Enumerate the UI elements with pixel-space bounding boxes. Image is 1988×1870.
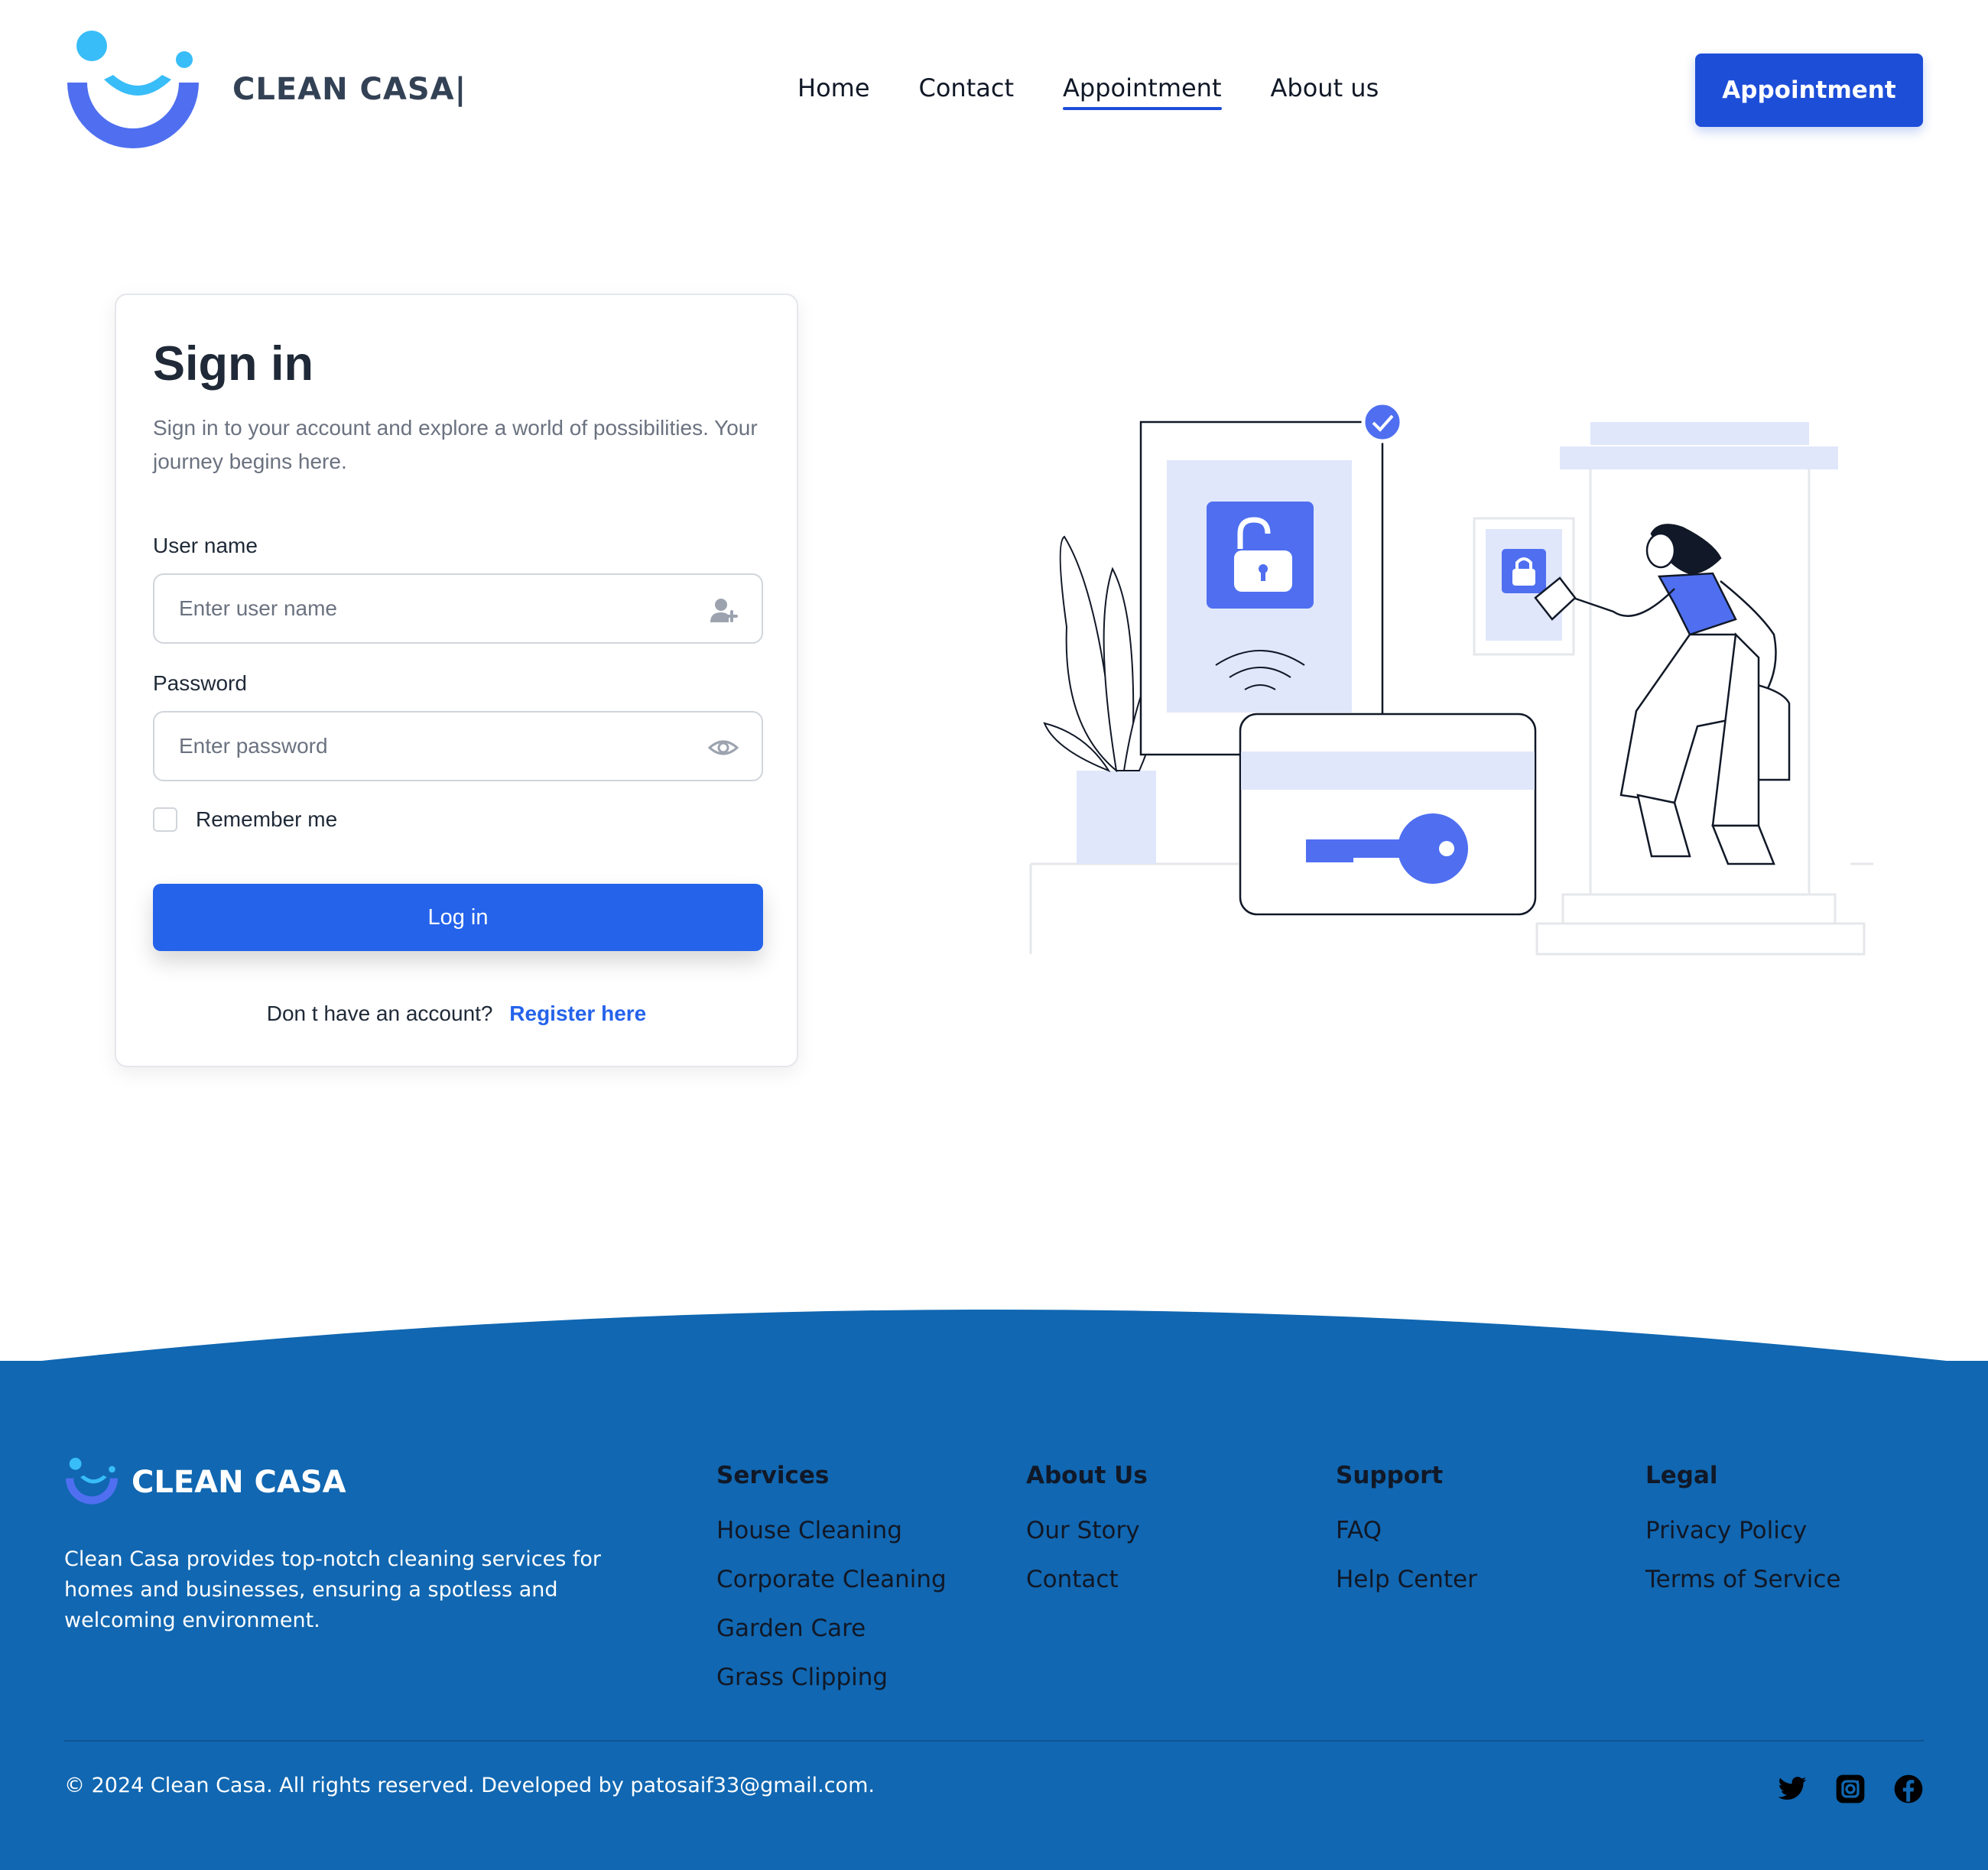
user-add-icon (710, 599, 738, 622)
footer-link-grass-clipping[interactable]: Grass Clipping (716, 1653, 947, 1702)
secure-access-illustration (1029, 401, 1873, 956)
footer-description: Clean Casa provides top-notch cleaning s… (64, 1547, 602, 1632)
signin-description: Sign in to your account and explore a wo… (153, 416, 758, 473)
password-label: Password (153, 671, 247, 695)
signin-card: Sign in Sign in to your account and expl… (115, 294, 798, 1067)
footer-logo-icon[interactable] (64, 1457, 119, 1506)
footer-link-help-center[interactable]: Help Center (1336, 1555, 1477, 1604)
footer-link-faq[interactable]: FAQ (1336, 1506, 1477, 1555)
appointment-button[interactable]: Appointment (1695, 54, 1923, 127)
password-input[interactable] (179, 713, 699, 780)
brand-name: CLEAN CASA| (232, 72, 467, 107)
register-prompt: Don t have an account? Register here (116, 1002, 797, 1026)
facebook-icon[interactable] (1893, 1774, 1924, 1804)
logo-icon[interactable] (64, 29, 202, 153)
footer-heading-about-us: About Us (1026, 1462, 1148, 1489)
password-field-wrapper (153, 711, 763, 781)
nav-home[interactable]: Home (797, 73, 870, 102)
username-input[interactable] (179, 575, 699, 642)
site-footer: CLEAN CASA Clean Casa provides top-notch… (0, 1361, 1988, 1870)
nav-appointment[interactable]: Appointment (1063, 73, 1222, 110)
lock-icon (1502, 549, 1546, 593)
instagram-icon[interactable] (1835, 1774, 1866, 1804)
footer-col-services: Services House Cleaning Corporate Cleani… (716, 1462, 947, 1702)
no-account-text: Don t have an account? (266, 1002, 493, 1025)
footer-brand-name: CLEAN CASA (132, 1465, 346, 1500)
footer-link-garden-care[interactable]: Garden Care (716, 1604, 947, 1653)
footer-link-corporate-cleaning[interactable]: Corporate Cleaning (716, 1555, 947, 1604)
footer-link-privacy-policy[interactable]: Privacy Policy (1645, 1506, 1840, 1555)
footer-divider (64, 1740, 1924, 1742)
footer-link-contact[interactable]: Contact (1026, 1555, 1148, 1604)
nav-contact[interactable]: Contact (919, 73, 1015, 102)
nav-about-us[interactable]: About us (1271, 73, 1379, 102)
username-field-wrapper (153, 573, 763, 644)
footer-heading-support: Support (1336, 1462, 1444, 1489)
username-label: User name (153, 534, 258, 557)
footer-link-our-story[interactable]: Our Story (1026, 1506, 1148, 1555)
key-card (1239, 713, 1537, 916)
site-header: CLEAN CASA| Home Contact Appointment Abo… (0, 0, 1988, 183)
twitter-icon[interactable] (1777, 1774, 1808, 1804)
footer-col-support: Support FAQ Help Center (1336, 1462, 1477, 1604)
login-button[interactable]: Log in (153, 884, 763, 951)
footer-heading-services: Services (716, 1462, 830, 1489)
signin-title: Sign in (153, 337, 313, 391)
remember-me-row: Remember me (153, 807, 337, 832)
check-badge-icon (1361, 401, 1404, 443)
main-nav: Home Contact Appointment About us (797, 73, 1379, 110)
copyright-text: © 2024 Clean Casa. All rights reserved. … (64, 1774, 875, 1797)
remember-me-label[interactable]: Remember me (196, 807, 337, 832)
eye-icon[interactable] (708, 732, 739, 763)
register-link[interactable]: Register here (509, 1002, 646, 1025)
footer-heading-legal: Legal (1645, 1462, 1718, 1489)
footer-col-legal: Legal Privacy Policy Terms of Service (1645, 1462, 1840, 1604)
plant-pot (1077, 771, 1156, 864)
remember-me-checkbox[interactable] (153, 807, 177, 832)
footer-link-house-cleaning[interactable]: House Cleaning (716, 1506, 947, 1555)
footer-col-about-us: About Us Our Story Contact (1026, 1462, 1148, 1604)
footer-link-terms-of-service[interactable]: Terms of Service (1645, 1555, 1840, 1604)
